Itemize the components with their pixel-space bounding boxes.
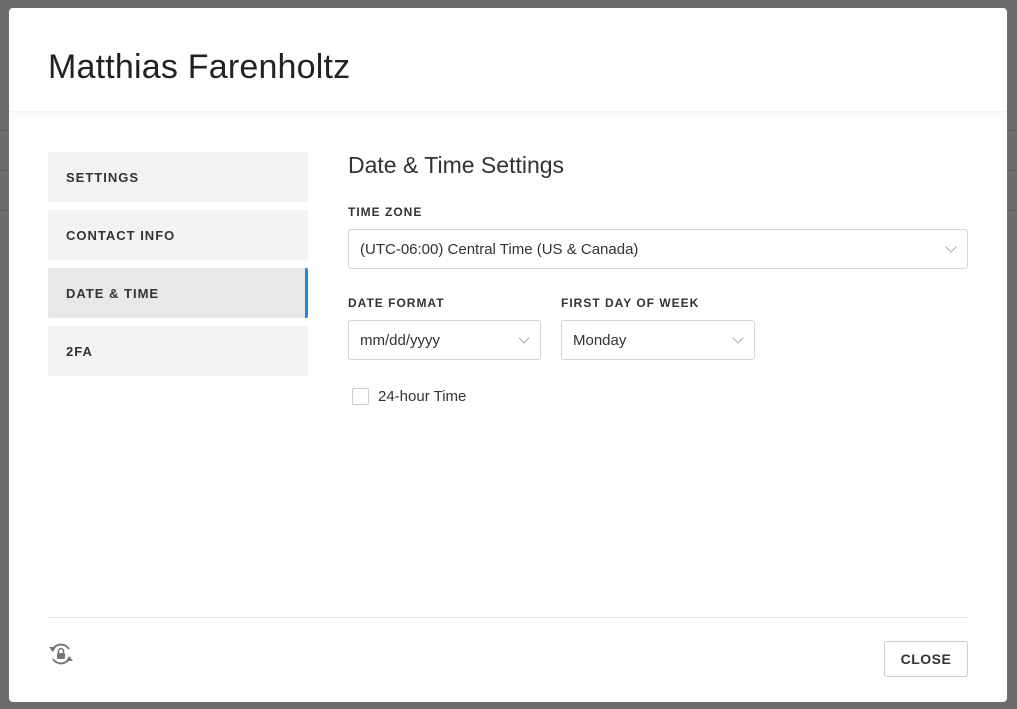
nav-item-2fa[interactable]: 2FA (48, 326, 308, 376)
24-hour-time-label: 24-hour Time (378, 388, 467, 405)
time-zone-value: (UTC-06:00) Central Time (US & Canada) (360, 240, 639, 258)
time-zone-select[interactable]: (UTC-06:00) Central Time (US & Canada) (348, 229, 968, 269)
date-time-panel: Date & Time Settings TIME ZONE (UTC-06:0… (348, 152, 968, 405)
chevron-down-icon (945, 241, 957, 253)
user-settings-modal: Matthias Farenholtz SETTINGS CONTACT INF… (9, 8, 1007, 702)
first-day-label: FIRST DAY OF WEEK (561, 296, 700, 310)
nav-item-settings[interactable]: SETTINGS (48, 152, 308, 202)
date-format-value: mm/dd/yyyy (360, 331, 441, 349)
date-format-select[interactable]: mm/dd/yyyy (348, 320, 541, 360)
first-day-select[interactable]: Monday (561, 320, 755, 360)
first-day-value: Monday (573, 331, 627, 349)
chevron-down-icon (518, 332, 530, 344)
modal-header: Matthias Farenholtz (9, 8, 1007, 112)
time-zone-label: TIME ZONE (348, 205, 423, 219)
chevron-down-icon (732, 332, 744, 344)
date-format-label: DATE FORMAT (348, 296, 445, 310)
first-day-group: FIRST DAY OF WEEK Monday (561, 296, 755, 360)
lock-reset-icon[interactable] (48, 641, 74, 667)
footer-divider (48, 617, 968, 618)
24-hour-time-option[interactable]: 24-hour Time (352, 388, 968, 405)
settings-nav: SETTINGS CONTACT INFO DATE & TIME 2FA (48, 152, 308, 384)
24-hour-time-checkbox[interactable] (352, 388, 369, 405)
section-heading: Date & Time Settings (348, 152, 565, 178)
nav-item-date-time[interactable]: DATE & TIME (48, 268, 308, 318)
modal-title: Matthias Farenholtz (48, 48, 351, 86)
nav-item-contact-info[interactable]: CONTACT INFO (48, 210, 308, 260)
close-button[interactable]: CLOSE (884, 641, 968, 677)
date-format-group: DATE FORMAT mm/dd/yyyy (348, 296, 541, 360)
